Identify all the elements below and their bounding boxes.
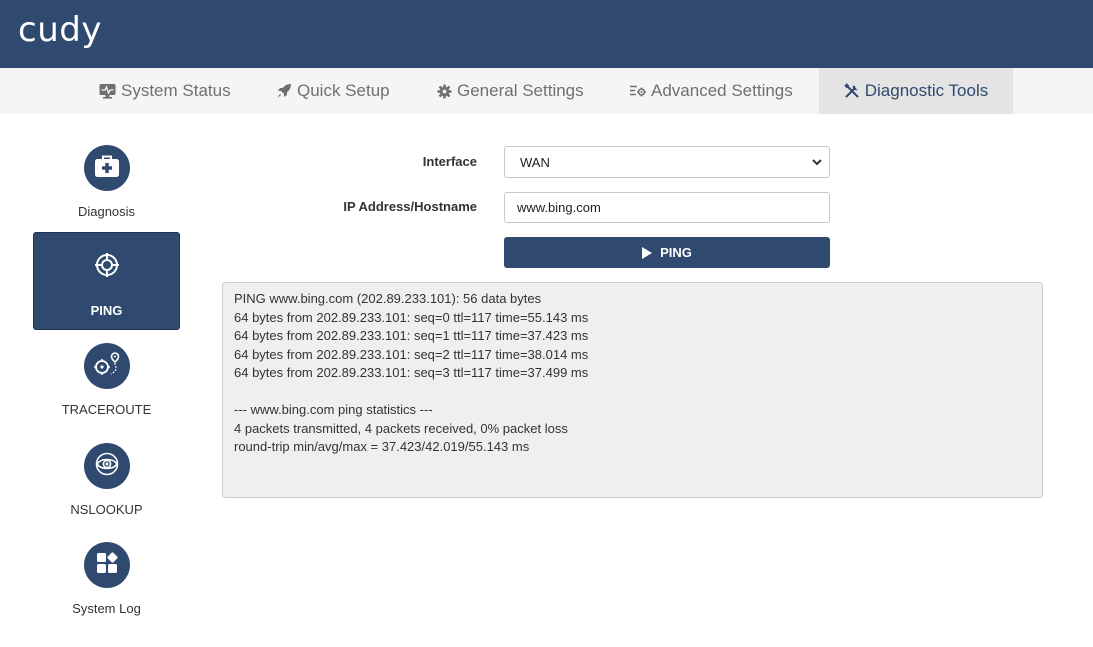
output-line: PING www.bing.com (202.89.233.101): 56 d… <box>234 291 542 306</box>
sidebar-item-label: System Log <box>72 601 141 616</box>
cudy-logo[interactable]: cudy <box>18 10 102 50</box>
ping-button-label: PING <box>660 245 692 260</box>
host-label: IP Address/Hostname <box>343 199 477 214</box>
tab-advanced-settings[interactable]: Advanced Settings <box>630 68 793 114</box>
tab-label: Quick Setup <box>297 81 390 100</box>
main-nav: System Status Quick Setup General Settin… <box>0 68 1093 114</box>
tab-diagnostic-tools[interactable]: Diagnostic Tools <box>819 68 1013 114</box>
route-icon <box>93 351 121 382</box>
grid-icon <box>95 551 119 580</box>
ping-output: PING www.bing.com (202.89.233.101): 56 d… <box>222 282 1043 498</box>
output-line: 64 bytes from 202.89.233.101: seq=1 ttl=… <box>234 328 589 343</box>
output-line: 64 bytes from 202.89.233.101: seq=0 ttl=… <box>234 309 589 325</box>
sidebar-item-label: Diagnosis <box>77 204 136 219</box>
ping-button[interactable]: PING <box>504 237 830 268</box>
top-header: cudy <box>0 0 1093 68</box>
crosshair-icon <box>94 252 120 283</box>
medkit-icon-circle <box>83 145 130 191</box>
sidebar-item-label: NSLOOKUP <box>70 502 143 517</box>
sidebar-item-diagnosis[interactable]: Diagnosis <box>33 134 180 232</box>
output-line: 4 packets transmitted, 4 packets receive… <box>234 420 568 436</box>
chevron-down-icon <box>811 156 823 171</box>
sidebar-item-traceroute[interactable]: TRACEROUTE <box>33 332 180 430</box>
interface-select[interactable]: WAN <box>504 146 830 178</box>
tab-system-status[interactable]: System Status <box>99 68 231 114</box>
interface-selected-value: WAN <box>520 154 550 170</box>
play-icon <box>642 246 653 259</box>
tab-quick-setup[interactable]: Quick Setup <box>276 68 390 114</box>
sidebar-item-nslookup[interactable]: NSLOOKUP <box>33 432 180 530</box>
eye-icon <box>93 452 121 481</box>
monitor-icon <box>99 83 116 99</box>
tab-label: System Status <box>121 81 231 100</box>
output-line: 64 bytes from 202.89.233.101: seq=2 ttl=… <box>234 346 589 362</box>
medkit-icon <box>94 154 120 183</box>
sidebar-item-ping[interactable]: PING <box>33 232 180 330</box>
host-input[interactable] <box>504 192 830 223</box>
sidebar-item-label: TRACEROUTE <box>61 402 152 417</box>
advanced-settings-icon <box>630 84 646 98</box>
output-line: round-trip min/avg/max = 37.423/42.019/5… <box>234 439 530 454</box>
crosshair-icon-circle <box>83 244 130 290</box>
gear-icon <box>437 83 452 99</box>
interface-label: Interface <box>422 154 477 169</box>
tab-label: Advanced Settings <box>651 81 793 100</box>
sidebar-item-system-log[interactable]: System Log <box>33 531 180 629</box>
tab-label: Diagnostic Tools <box>864 81 989 100</box>
sidebar-item-label: PING <box>90 303 123 318</box>
tools-icon <box>844 83 860 99</box>
eye-icon-circle <box>83 443 130 489</box>
rocket-icon <box>276 83 292 99</box>
tab-label: General Settings <box>457 81 584 100</box>
tab-general-settings[interactable]: General Settings <box>437 68 584 114</box>
output-line: --- www.bing.com ping statistics --- <box>234 402 433 417</box>
output-line: 64 bytes from 202.89.233.101: seq=3 ttl=… <box>234 365 589 380</box>
grid-icon-circle <box>83 542 130 588</box>
route-icon-circle <box>83 343 130 389</box>
